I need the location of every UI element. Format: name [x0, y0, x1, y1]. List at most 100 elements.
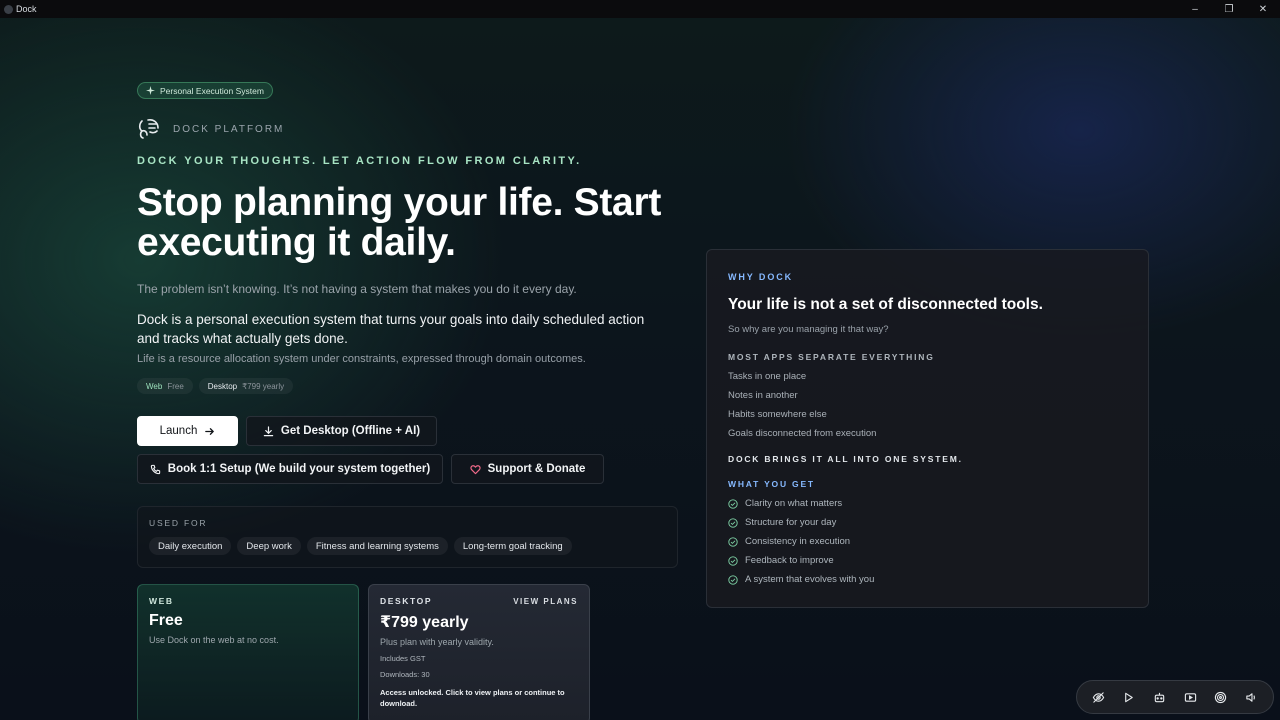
product-description: Dock is a personal execution system that… [137, 312, 645, 346]
plan-description: Plus plan with yearly validity. [380, 637, 494, 647]
hero-section: Personal Execution System DOCK PLATFORM … [137, 82, 682, 720]
price-tag-desktop: Desktop ₹799 yearly [198, 378, 294, 394]
used-for-panel: USED FOR Daily execution Deep work Fitne… [137, 506, 678, 568]
used-for-label: USED FOR [149, 518, 208, 528]
list-item: Goals disconnected from execution [728, 428, 877, 439]
separate-list: Tasks in one place Notes in another Habi… [728, 367, 1127, 443]
launch-button[interactable]: Launch [137, 416, 238, 446]
video-icon [1184, 692, 1196, 702]
check-circle-icon [728, 498, 738, 509]
benefit-text: Clarity on what matters [745, 498, 843, 509]
tagline: DOCK YOUR THOUGHTS. LET ACTION FLOW FROM… [137, 155, 582, 167]
web-plan-card[interactable]: WEB Free Use Dock on the web at no cost. [137, 584, 359, 720]
window-controls: – ❐ ✕ [1178, 0, 1280, 18]
price-tag-value: Free [167, 381, 184, 391]
hide-toolbar-button[interactable] [1087, 686, 1109, 708]
window-title: Dock [16, 4, 37, 14]
price-tag-key: Web [146, 381, 163, 391]
check-circle-icon [728, 574, 738, 585]
plan-price: ₹799 yearly [380, 614, 469, 631]
benefit-text: A system that evolves with you [745, 574, 875, 585]
list-item: A system that evolves with you [728, 570, 1127, 589]
why-dock-title: Your life is not a set of disconnected t… [728, 296, 1043, 313]
play-button[interactable] [1118, 686, 1140, 708]
launch-button-label: Launch [159, 425, 198, 437]
plan-label: WEB [149, 596, 174, 606]
download-icon [263, 425, 274, 436]
plan-description: Use Dock on the web at no cost. [149, 635, 279, 645]
benefit-text: Consistency in execution [745, 536, 851, 547]
plan-downloads: Downloads: 30 [380, 670, 430, 679]
volume-button[interactable] [1241, 686, 1263, 708]
focus-button[interactable] [1210, 686, 1232, 708]
heart-icon [469, 464, 481, 474]
video-button[interactable] [1179, 686, 1201, 708]
list-item: Clarity on what matters [728, 494, 1127, 513]
window-titlebar: Dock – ❐ ✕ [0, 0, 1280, 18]
maximize-button[interactable]: ❐ [1212, 0, 1246, 18]
support-donate-button[interactable]: Support & Donate [451, 454, 604, 484]
price-tag-key: Desktop [207, 381, 238, 391]
get-desktop-button[interactable]: Get Desktop (Offline + AI) [246, 416, 437, 446]
eye-off-icon [1092, 691, 1105, 703]
book-setup-label: Book 1:1 Setup (We build your system tog… [167, 463, 431, 475]
list-item: Feedback to improve [728, 551, 1127, 570]
list-item: Consistency in execution [728, 532, 1127, 551]
why-dock-panel: WHY DOCK Your life is not a set of disco… [706, 249, 1149, 608]
target-icon [1215, 691, 1227, 703]
check-circle-icon [728, 555, 738, 566]
what-you-get-label: WHAT YOU GET [728, 479, 815, 489]
close-button[interactable]: ✕ [1246, 0, 1280, 18]
price-tags: Web Free Desktop ₹799 yearly [137, 378, 682, 394]
list-item: Tasks in one place [728, 371, 807, 382]
check-circle-icon [728, 536, 738, 547]
problem-statement: The problem isn’t knowing. It’s not havi… [137, 282, 577, 296]
what-you-get-list: Clarity on what matters Structure for yo… [728, 494, 1127, 589]
book-setup-button[interactable]: Book 1:1 Setup (We build your system tog… [137, 454, 443, 484]
app-icon [4, 4, 13, 14]
minimize-button[interactable]: – [1178, 0, 1212, 18]
use-case-chip: Fitness and learning systems [306, 537, 448, 555]
robot-icon [1154, 692, 1165, 702]
secondary-actions: Book 1:1 Setup (We build your system tog… [137, 454, 682, 484]
list-item: Notes in another [728, 390, 798, 401]
product-tag-label: Personal Execution System [160, 85, 264, 96]
use-case-chip: Deep work [237, 537, 301, 555]
dock-brings-statement: DOCK BRINGS IT ALL INTO ONE SYSTEM. [728, 454, 963, 464]
product-tag: Personal Execution System [137, 82, 273, 99]
view-plans-link[interactable]: VIEW PLANS [513, 597, 578, 606]
phone-icon [150, 464, 160, 474]
price-tag-web: Web Free [137, 378, 193, 394]
brand-name: DOCK PLATFORM [173, 123, 285, 135]
use-case-chip: Long-term goal tracking [453, 537, 572, 555]
why-dock-question: So why are you managing it that way? [728, 324, 889, 335]
primary-actions: Launch Get Desktop (Offline + AI) [137, 416, 682, 446]
product-subtext: Life is a resource allocation system und… [137, 353, 586, 365]
floating-toolbar [1076, 680, 1274, 714]
check-circle-icon [728, 517, 738, 528]
brand: DOCK PLATFORM [137, 117, 682, 141]
support-donate-label: Support & Donate [487, 463, 586, 475]
price-tag-value: ₹799 yearly [242, 381, 285, 391]
use-case-chip: Daily execution [149, 537, 232, 555]
separate-label: MOST APPS SEPARATE EVERYTHING [728, 352, 935, 362]
desktop-plan-card[interactable]: DESKTOP VIEW PLANS ₹799 yearly Plus plan… [368, 584, 590, 720]
plan-includes: Includes GST [380, 654, 426, 663]
dock-logo-icon [138, 119, 159, 139]
assistant-button[interactable] [1149, 686, 1171, 708]
list-item: Structure for your day [728, 513, 1127, 532]
page-headline: Stop planning your life. Start executing… [137, 181, 662, 264]
benefit-text: Structure for your day [745, 517, 837, 528]
plan-cards: WEB Free Use Dock on the web at no cost.… [137, 584, 682, 720]
sparkle-icon [146, 86, 155, 95]
benefit-text: Feedback to improve [745, 555, 834, 566]
plan-access-note: Access unlocked. Click to view plans or … [380, 688, 565, 708]
plan-label: DESKTOP [380, 596, 433, 606]
get-desktop-label: Get Desktop (Offline + AI) [280, 425, 421, 437]
plan-price: Free [149, 612, 183, 629]
volume-icon [1246, 692, 1256, 702]
used-for-chips: Daily execution Deep work Fitness and le… [149, 537, 666, 555]
play-icon [1125, 692, 1134, 702]
list-item: Habits somewhere else [728, 409, 827, 420]
why-dock-label: WHY DOCK [728, 272, 794, 282]
